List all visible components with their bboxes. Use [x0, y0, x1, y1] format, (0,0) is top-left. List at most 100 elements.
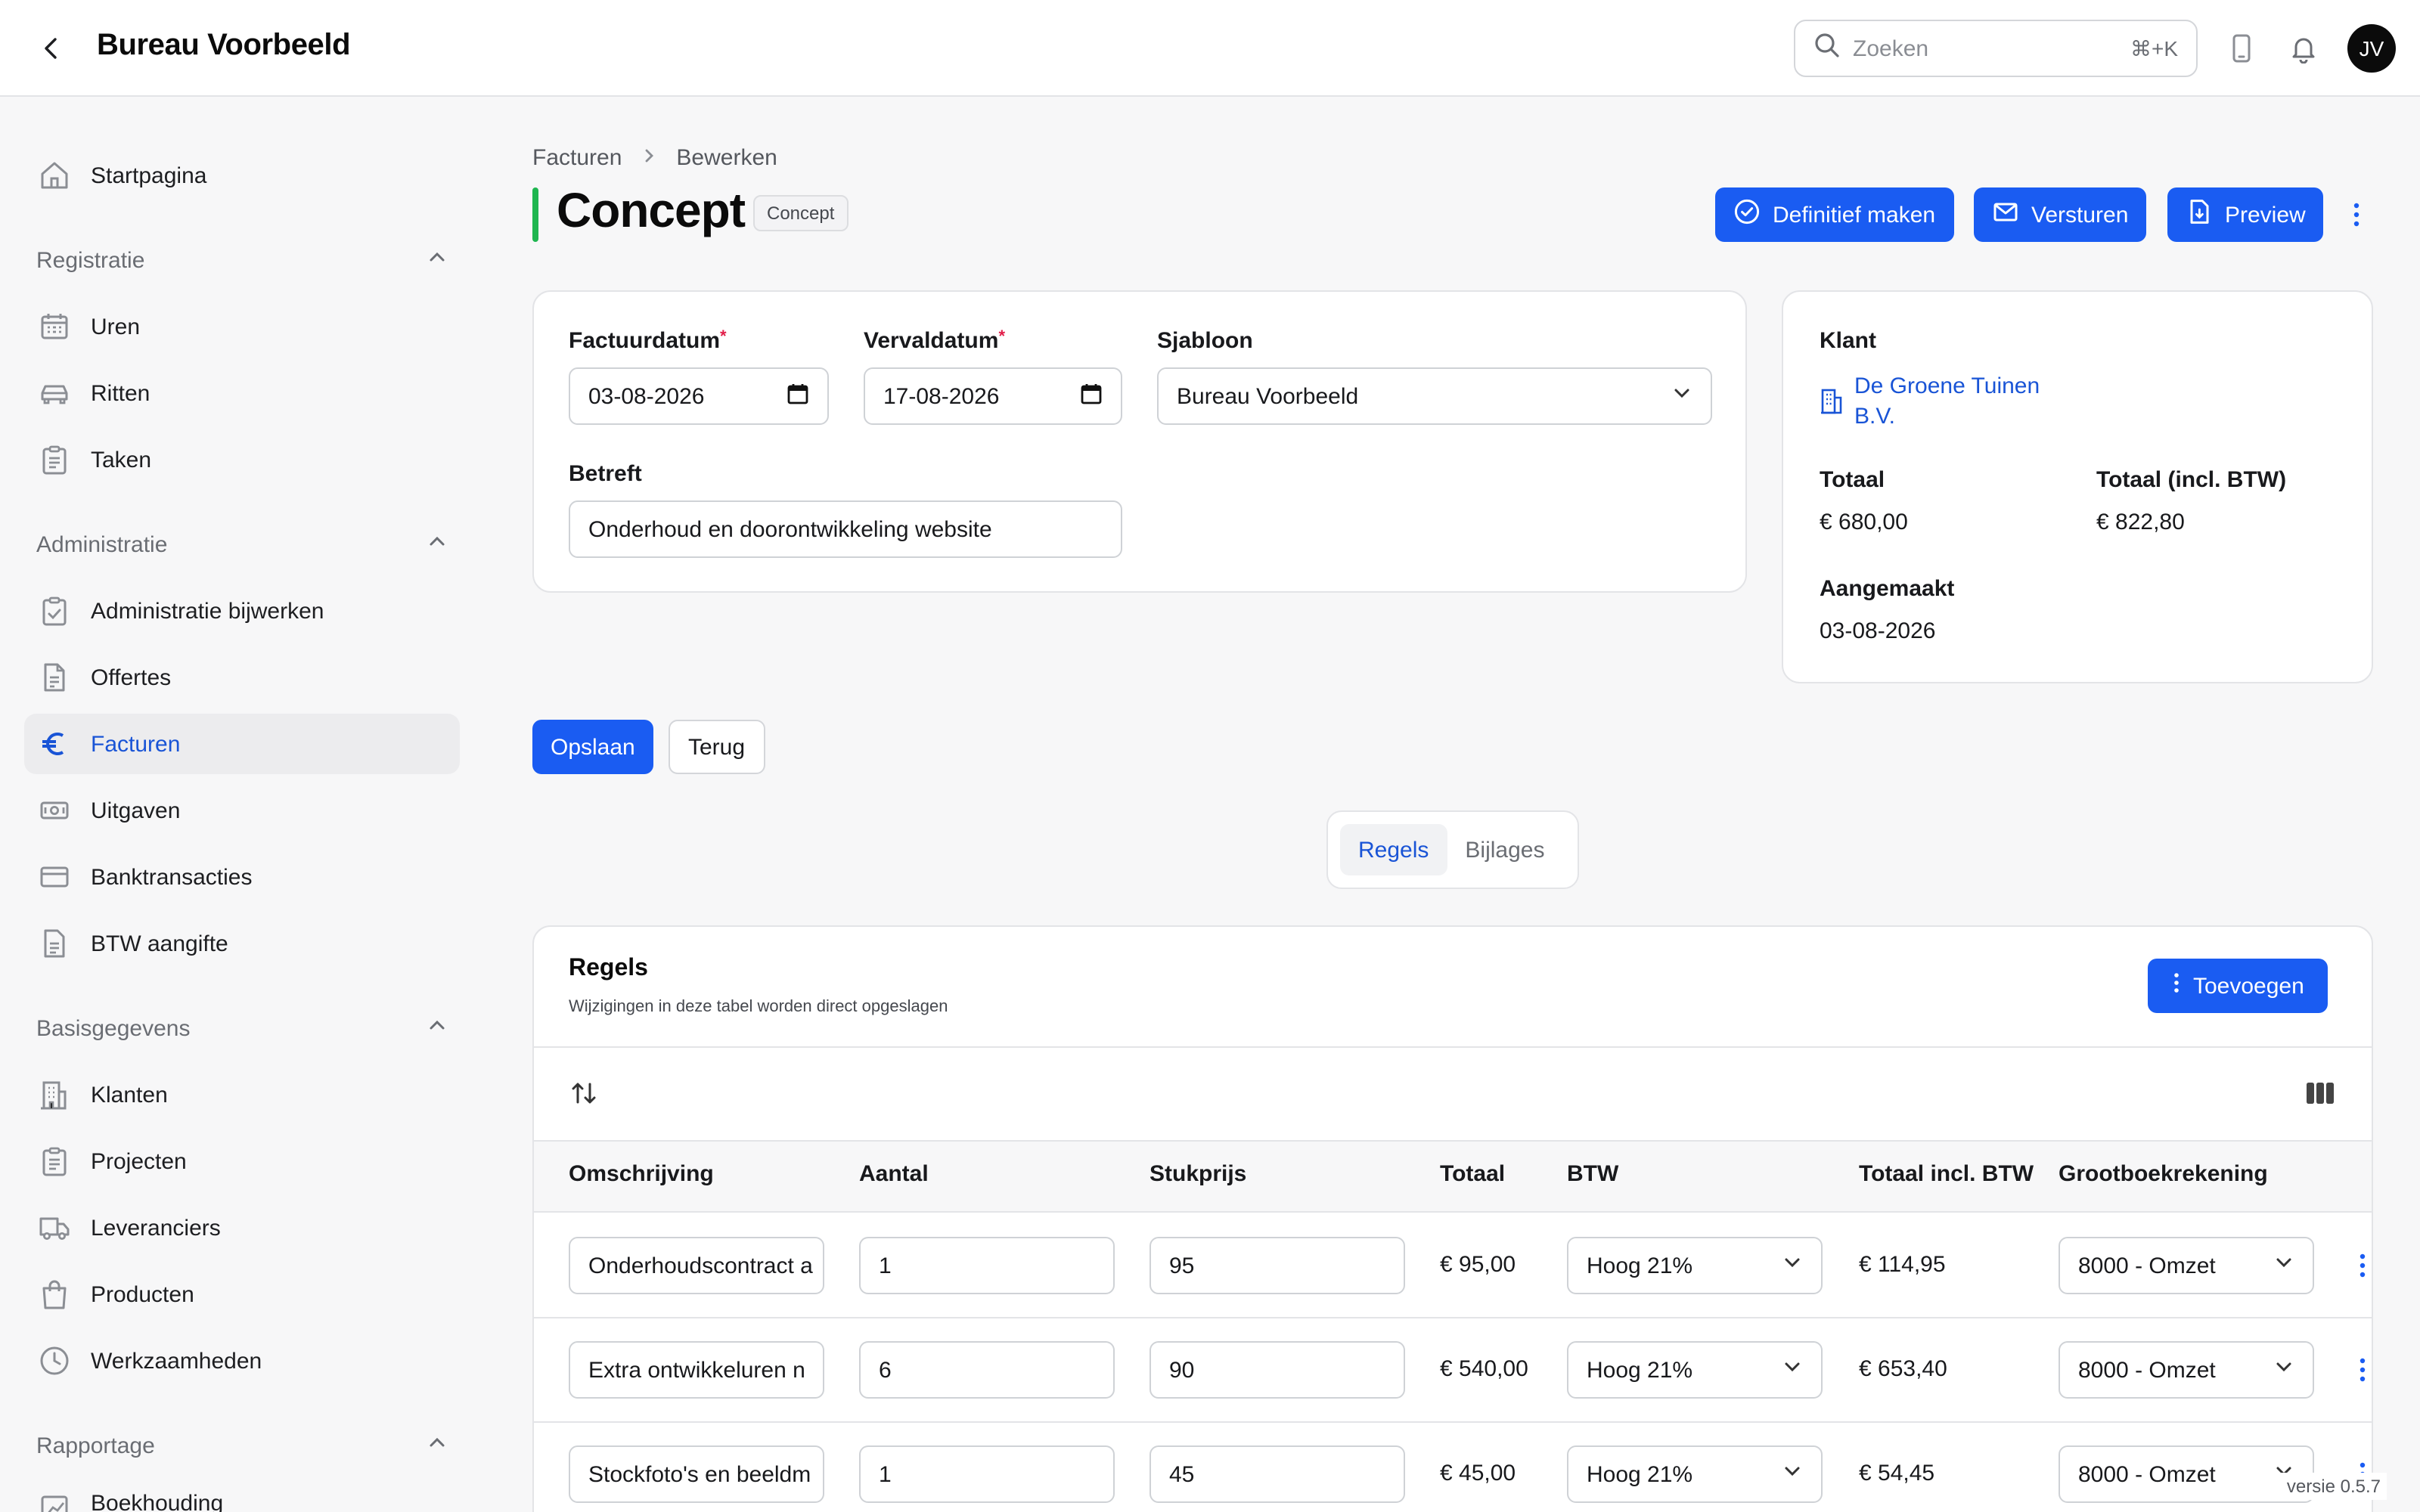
version-label: versie 0.5.7	[2280, 1473, 2387, 1500]
ledger-select[interactable]: 8000 - Omzet	[2059, 1445, 2314, 1503]
column-header: Aantal	[859, 1161, 929, 1187]
add-rule-button[interactable]: Toevoegen	[2148, 959, 2328, 1013]
mobile-icon[interactable]	[2223, 30, 2260, 67]
send-button[interactable]: Versturen	[1974, 187, 2147, 242]
vat-value: Hoog 21%	[1587, 1357, 1693, 1383]
home-icon	[36, 157, 73, 194]
invoice-date-field[interactable]: 03-08-2026	[569, 367, 829, 425]
column-header: Totaal	[1440, 1161, 1506, 1187]
sidebar-item-taken[interactable]: Taken	[24, 429, 460, 490]
chevron-down-icon	[1671, 383, 1692, 410]
required-mark: *	[720, 328, 727, 346]
chevron-down-icon	[1782, 1356, 1803, 1383]
section-basisgegevens[interactable]: Basisgegevens	[36, 1010, 448, 1046]
template-label: Sjabloon	[1157, 328, 1253, 354]
unit-price-input[interactable]: 45	[1150, 1445, 1405, 1503]
sidebar-item-administratie-bijwerken[interactable]: Administratie bijwerken	[24, 581, 460, 641]
app-title: Bureau Voorbeeld	[97, 29, 351, 62]
due-date-field[interactable]: 17-08-2026	[864, 367, 1122, 425]
back-button[interactable]: Terug	[669, 720, 765, 774]
sidebar-item-label: Taken	[91, 447, 152, 472]
quantity-input[interactable]: 6	[859, 1341, 1115, 1399]
unit-price-input[interactable]: 90	[1150, 1341, 1405, 1399]
template-select[interactable]: Bureau Voorbeeld	[1157, 367, 1712, 425]
vat-select[interactable]: Hoog 21%	[1567, 1445, 1823, 1503]
quantity-input[interactable]: 1	[859, 1237, 1115, 1294]
total-incl-value: € 822,80	[2096, 510, 2185, 535]
section-registratie[interactable]: Registratie	[36, 242, 448, 278]
ledger-select[interactable]: 8000 - Omzet	[2059, 1341, 2314, 1399]
client-name: De Groene Tuinen B.V.	[1854, 372, 2040, 432]
search-input[interactable]: Zoeken ⌘+K	[1794, 20, 2198, 77]
section-rapportage[interactable]: Rapportage	[36, 1427, 448, 1464]
quantity-input[interactable]: 1	[859, 1445, 1115, 1503]
finalize-button[interactable]: Definitief maken	[1715, 187, 1954, 242]
status-accent-bar	[532, 187, 538, 242]
created-value: 03-08-2026	[1820, 618, 1936, 644]
vat-select[interactable]: Hoog 21%	[1567, 1341, 1823, 1399]
ledger-value: 8000 - Omzet	[2078, 1357, 2216, 1383]
euro-icon	[36, 726, 73, 762]
avatar[interactable]: JV	[2347, 24, 2396, 73]
sidebar-item-banktransacties[interactable]: Banktransacties	[24, 847, 460, 907]
sidebar-item-startpagina[interactable]: Startpagina	[24, 145, 460, 206]
template-value: Bureau Voorbeeld	[1177, 383, 1359, 409]
sidebar-item-leveranciers[interactable]: Leveranciers	[24, 1198, 460, 1258]
description-input[interactable]: Onderhoudscontract a	[569, 1237, 824, 1294]
save-button[interactable]: Opslaan	[532, 720, 653, 774]
sidebar-item-label: Ritten	[91, 380, 150, 406]
calendar-icon[interactable]	[786, 382, 809, 411]
add-rule-label: Toevoegen	[2193, 973, 2304, 999]
sidebar-item-uitgaven[interactable]: Uitgaven	[24, 780, 460, 841]
rules-subtitle: Wijzigingen in deze tabel worden direct …	[569, 998, 948, 1016]
chevron-up-icon	[427, 1014, 448, 1043]
file-download-icon	[2186, 198, 2213, 231]
preview-button[interactable]: Preview	[2167, 187, 2324, 242]
sidebar-item-label: Administratie bijwerken	[91, 598, 324, 624]
sidebar-item-boekhouding[interactable]: Boekhouding	[24, 1482, 460, 1512]
row-actions-icon[interactable]	[2344, 1247, 2381, 1284]
columns-icon[interactable]	[2305, 1080, 2335, 1114]
rules-title: Regels	[569, 956, 648, 981]
description-input[interactable]: Extra ontwikkeluren n	[569, 1341, 824, 1399]
section-title: Rapportage	[36, 1433, 155, 1458]
sidebar-item-uren[interactable]: Uren	[24, 296, 460, 357]
column-header: BTW	[1567, 1161, 1619, 1187]
sidebar-item-klanten[interactable]: Klanten	[24, 1064, 460, 1125]
description-input[interactable]: Stockfoto's en beeldm	[569, 1445, 824, 1503]
client-link[interactable]: De Groene Tuinen B.V.	[1820, 372, 2040, 432]
sidebar-item-facturen[interactable]: Facturen	[24, 714, 460, 774]
ledger-select[interactable]: 8000 - Omzet	[2059, 1237, 2314, 1294]
sidebar-item-btw-aangifte[interactable]: BTW aangifte	[24, 913, 460, 974]
sidebar-item-producten[interactable]: Producten	[24, 1264, 460, 1325]
sort-icon[interactable]	[569, 1078, 599, 1116]
vat-select[interactable]: Hoog 21%	[1567, 1237, 1823, 1294]
required-mark: *	[998, 328, 1005, 346]
sidebar-item-ritten[interactable]: Ritten	[24, 363, 460, 423]
vat-value: Hoog 21%	[1587, 1461, 1693, 1487]
sidebar-item-werkzaamheden[interactable]: Werkzaamheden	[24, 1331, 460, 1391]
bell-icon[interactable]	[2285, 30, 2322, 67]
chevron-right-icon	[640, 145, 658, 171]
breadcrumb-parent[interactable]: Facturen	[532, 145, 622, 171]
tab-regels[interactable]: Regels	[1340, 824, 1447, 875]
calendar-icon[interactable]	[1080, 382, 1103, 411]
clock-icon	[36, 1343, 73, 1379]
tab-bijlages[interactable]: Bijlages	[1447, 824, 1562, 875]
more-actions-icon[interactable]	[2338, 197, 2375, 233]
row-actions-icon[interactable]	[2344, 1352, 2381, 1388]
search-icon	[1813, 31, 1841, 66]
sidebar-item-offertes[interactable]: Offertes	[24, 647, 460, 708]
back-icon[interactable]	[33, 30, 70, 67]
sidebar-item-projecten[interactable]: Projecten	[24, 1131, 460, 1191]
clipboard-list-icon	[36, 1143, 73, 1179]
top-bar: Bureau Voorbeeld Zoeken ⌘+K JV	[0, 0, 2420, 97]
client-label: Klant	[1820, 328, 1876, 354]
sidebar-item-label: Facturen	[91, 731, 181, 757]
sidebar-item-label: BTW aangifte	[91, 931, 228, 956]
unit-price-input[interactable]: 95	[1150, 1237, 1405, 1294]
subject-field[interactable]: Onderhoud en doorontwikkeling website	[569, 500, 1122, 558]
section-administratie[interactable]: Administratie	[36, 526, 448, 562]
sidebar-item-label: Banktransacties	[91, 864, 253, 890]
preview-label: Preview	[2225, 202, 2306, 228]
